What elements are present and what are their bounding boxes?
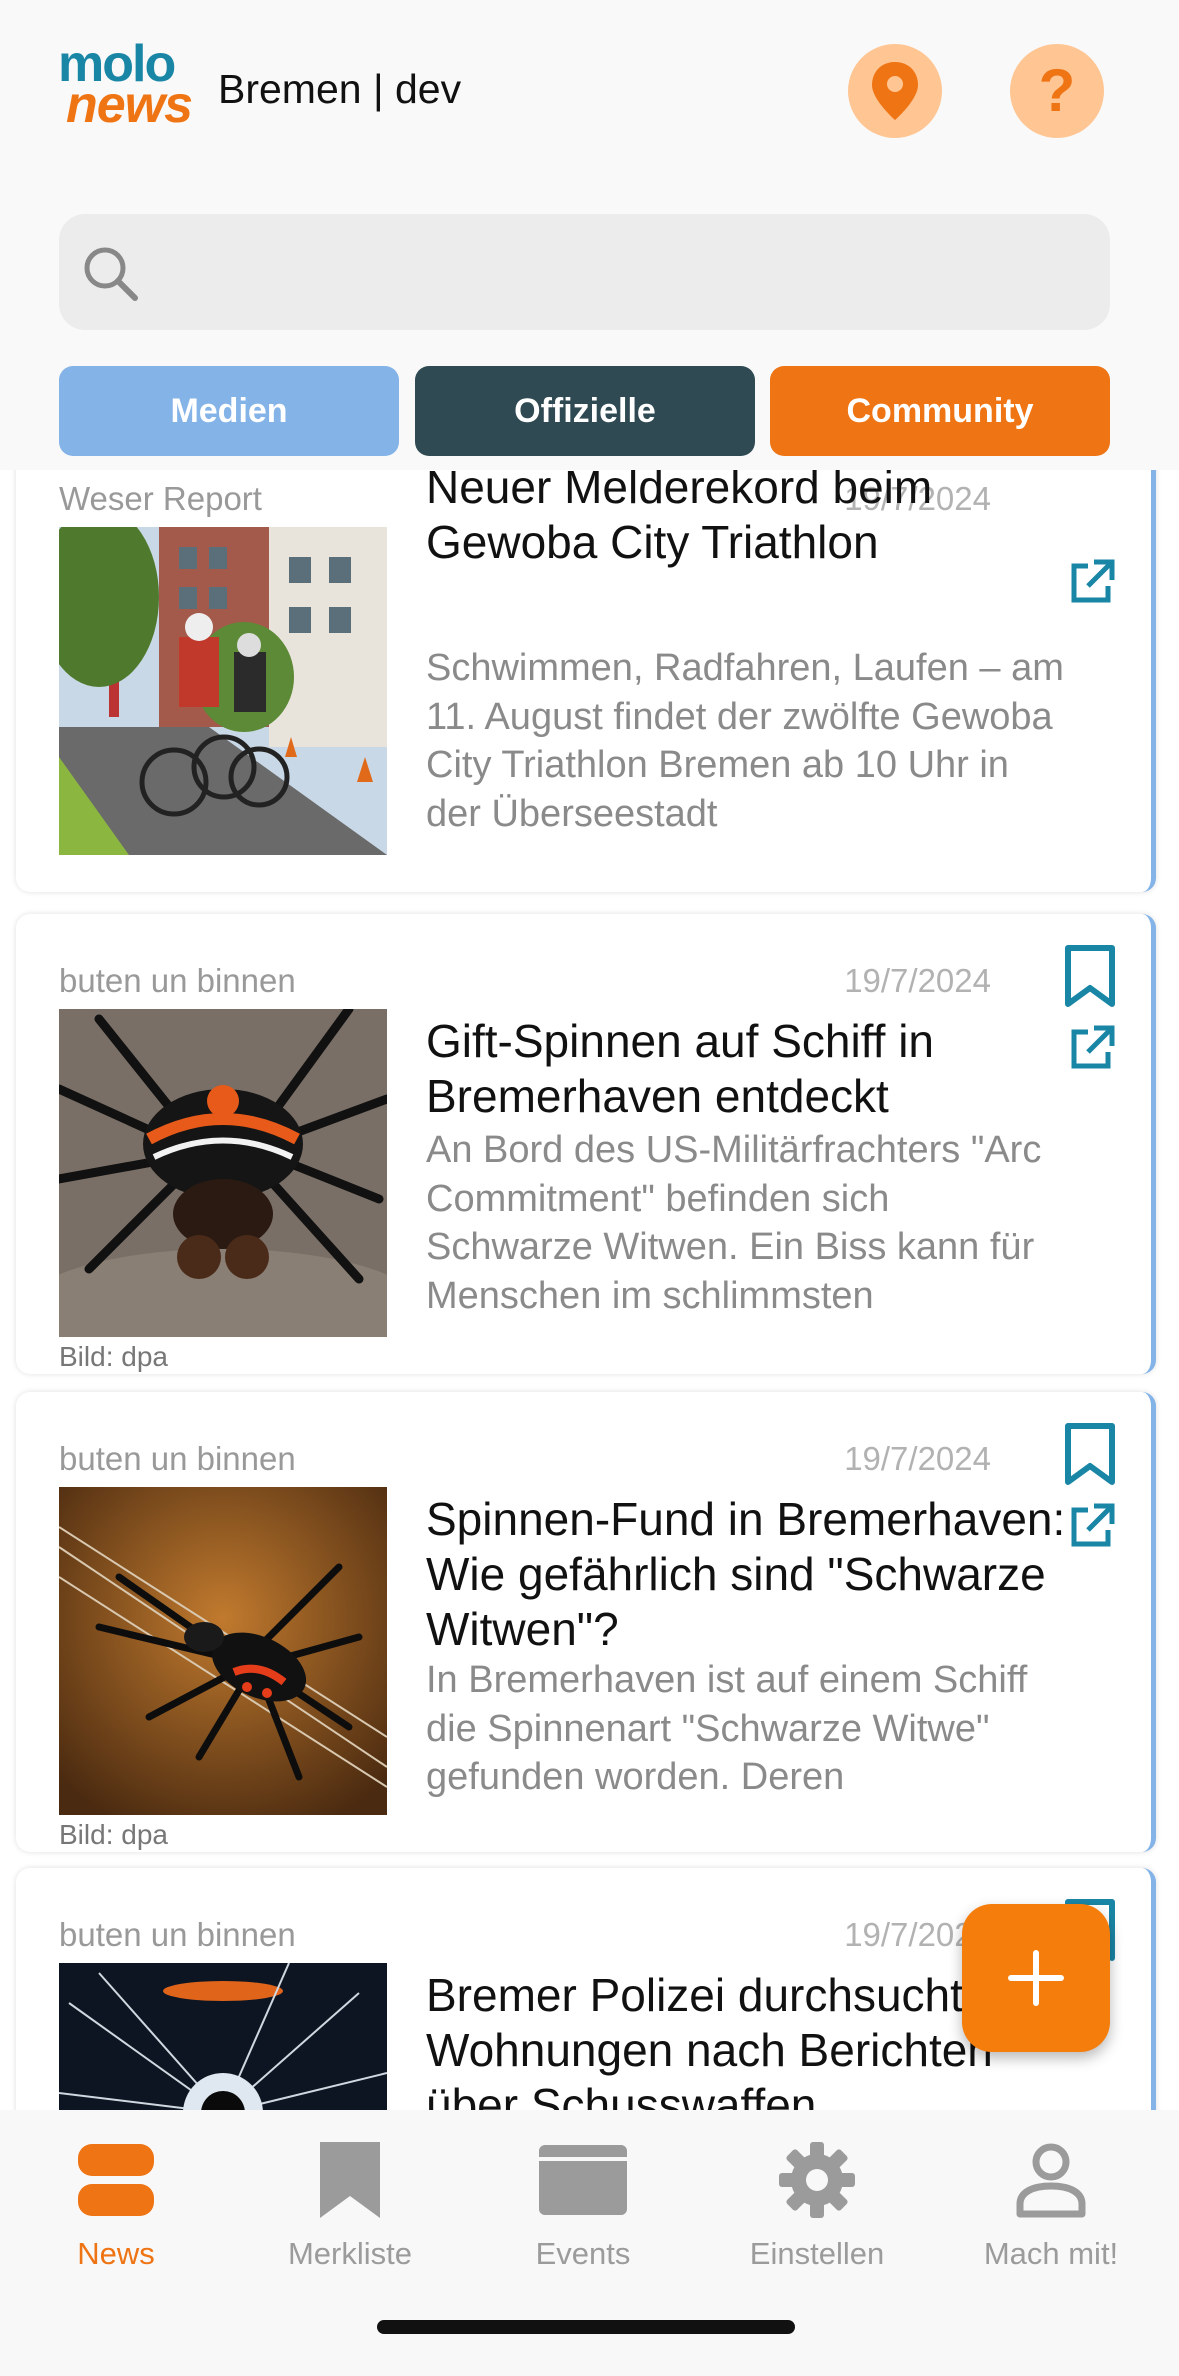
article-teaser: Schwimmen, Radfahren, Laufen – am 11. Au… (426, 647, 1064, 835)
article-image[interactable] (59, 1009, 387, 1337)
location-pin-icon (872, 62, 918, 120)
tab-label: Merkliste (287, 2236, 412, 2271)
question-mark-icon: ? (1038, 57, 1076, 124)
tab-community[interactable]: Community (770, 366, 1110, 456)
person-icon (1016, 2143, 1086, 2218)
molo-news-logo: molo news (58, 35, 193, 134)
bookmark-icon[interactable] (1064, 1422, 1116, 1486)
home-indicator[interactable] (377, 2320, 795, 2334)
city-label[interactable]: Bremen | dev (218, 66, 461, 113)
tab-offizielle[interactable]: Offizielle (415, 366, 755, 456)
tab-merkliste[interactable]: Merkliste (240, 2132, 460, 2282)
article-image[interactable] (59, 527, 387, 855)
article-image[interactable] (59, 1487, 387, 1815)
article-card[interactable]: buten un binnen 19/7/2024 Bild: dpa Spin… (16, 1392, 1156, 1852)
bookmark-icon[interactable] (1064, 944, 1116, 1008)
article-date: 19/7/2024 (844, 1440, 991, 1477)
plus-icon (1008, 1950, 1064, 2006)
article-source: Weser Report (59, 480, 262, 517)
bottom-tab-bar: News Merkliste Events Einstellen Mach mi… (0, 2110, 1179, 2376)
tab-label: Events (535, 2236, 631, 2271)
app-header: molo news Bremen | dev ? Medien Offiziel… (0, 0, 1179, 470)
article-card[interactable]: buten un binnen 19/7/2024 Bild: dpa Gift… (16, 914, 1156, 1374)
article-teaser: An Bord des US-Militärfrachters "Arc Com… (426, 1129, 1042, 1317)
add-post-button[interactable] (962, 1904, 1110, 2052)
article-source: buten un binnen (59, 962, 296, 999)
external-link-icon[interactable] (1068, 558, 1116, 606)
article-source: buten un binnen (59, 1440, 296, 1477)
tab-label: Einstellen (749, 2236, 885, 2271)
article-card[interactable]: Weser Report 19/7/2024 Neuer Melderekord… (16, 403, 1156, 892)
tab-label: Mach mit! (983, 2236, 1119, 2271)
image-caption: Bild: dpa (59, 1819, 168, 1850)
news-icon (78, 2144, 154, 2216)
location-button[interactable] (848, 44, 942, 138)
tab-news[interactable]: News (6, 2132, 226, 2282)
external-link-icon[interactable] (1068, 1024, 1116, 1072)
tab-label: News (77, 2236, 155, 2271)
article-title[interactable]: Gift-Spinnen auf Schiff in Bremerhaven e… (426, 1014, 1066, 1124)
image-caption: Bild: dpa (59, 1341, 168, 1372)
article-title[interactable]: Spinnen-Fund in Bremerhaven: Wie gefährl… (426, 1492, 1066, 1657)
search-field[interactable] (59, 214, 1110, 330)
article-teaser: In Bremerhaven ist auf einem Schiff die … (426, 1659, 1028, 1798)
external-link-icon[interactable] (1068, 1502, 1116, 1550)
category-tabs: Medien Offizielle Community (59, 366, 1110, 456)
tab-medien[interactable]: Medien (59, 366, 399, 456)
search-icon (84, 247, 138, 301)
tab-mach-mit[interactable]: Mach mit! (941, 2132, 1161, 2282)
gear-icon (779, 2142, 855, 2218)
tab-events[interactable]: Events (473, 2132, 693, 2282)
tab-einstellen[interactable]: Einstellen (707, 2132, 927, 2282)
events-icon (539, 2145, 627, 2215)
help-button[interactable]: ? (1010, 44, 1104, 138)
article-image[interactable] (59, 1963, 387, 2110)
article-title[interactable]: Neuer Melderekord beim Gewoba City Triat… (426, 460, 1066, 570)
article-source: buten un binnen (59, 1916, 296, 1953)
article-date: 19/7/2024 (844, 962, 991, 999)
bookmark-icon (320, 2142, 380, 2218)
